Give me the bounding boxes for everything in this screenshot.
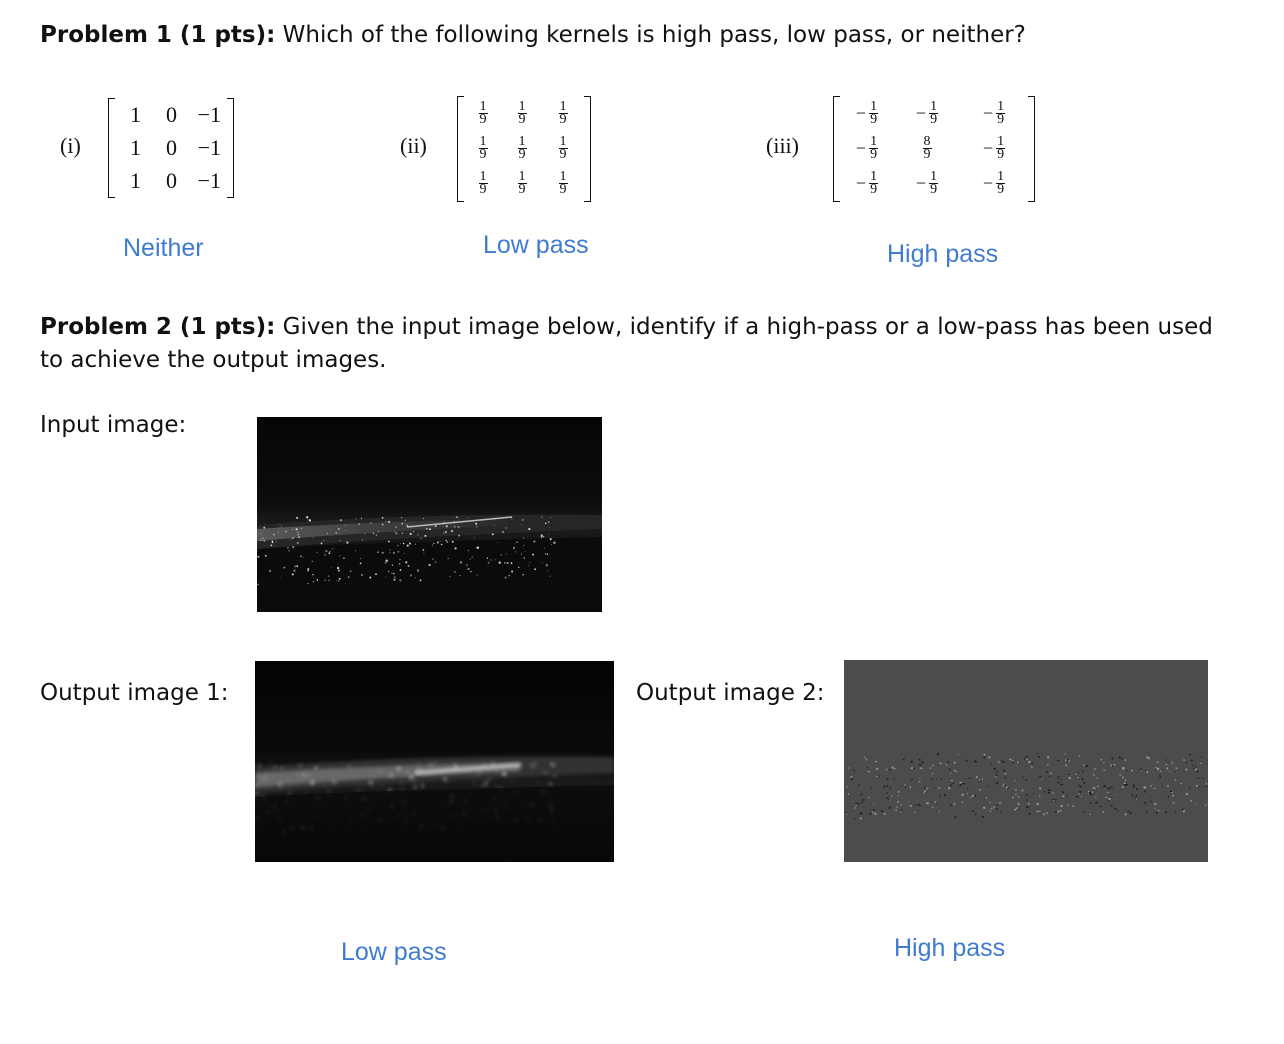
kernel-2-matrix: 19 19 19 19 19 19 19 19 19	[457, 96, 591, 202]
right-bracket	[227, 98, 234, 198]
matrix-cell: 19	[478, 169, 488, 197]
kernel-1-matrix: 1 0 −1 1 0 −1 1 0 −1	[108, 98, 234, 198]
matrix-cell: 89	[922, 134, 932, 162]
matrix-cell: 0	[166, 134, 177, 160]
problem-1-question: Which of the following kernels is high p…	[282, 22, 1026, 48]
problem-2-text: Problem 2 (1 pts): Given the input image…	[40, 311, 1220, 377]
matrix-cell: 19	[558, 169, 568, 197]
matrix-cell: −1 9	[982, 134, 1006, 162]
matrix-cell: 1	[130, 134, 141, 160]
matrix-cell: 19	[517, 134, 527, 162]
answer-kernel-2: Low pass	[483, 231, 589, 259]
matrix-cell: 0	[166, 101, 177, 127]
kernel-3-grid: −1 9 −1 9 −1 9 −1 9 8 9 −1 9 −1 9 −1 9 −1 9	[840, 96, 1028, 202]
left-bracket	[108, 98, 115, 198]
matrix-cell: −1 9	[855, 99, 879, 127]
left-bracket	[833, 96, 840, 202]
answer-output-1: Low pass	[341, 938, 447, 966]
kernel-3-label: (iii)	[766, 133, 799, 158]
matrix-cell: −1	[197, 134, 221, 160]
answer-kernel-1: Neither	[123, 234, 204, 262]
problem-2-heading: Problem 2 (1 pts):	[40, 314, 276, 340]
matrix-cell: 19	[478, 99, 488, 127]
matrix-cell: −1 9	[855, 134, 879, 162]
matrix-cell: −1	[197, 167, 221, 193]
blurred-city-photo	[255, 661, 614, 862]
matrix-cell: −1 9	[982, 169, 1006, 197]
kernel-1-label: (i)	[60, 133, 81, 158]
night-city-photo	[257, 417, 602, 612]
output-image-1-label: Output image 1:	[40, 680, 229, 706]
output-image-2-label: Output image 2:	[636, 680, 825, 706]
input-image-label: Input image:	[40, 412, 187, 438]
matrix-cell: 0	[166, 167, 177, 193]
answer-output-2: High pass	[894, 934, 1006, 962]
output-image-1	[255, 661, 614, 862]
problem-1-text: Problem 1 (1 pts): Which of the followin…	[40, 19, 1260, 52]
problem-1-heading: Problem 1 (1 pts):	[40, 22, 276, 48]
matrix-cell: 19	[478, 134, 488, 162]
right-bracket	[584, 96, 591, 202]
right-bracket	[1028, 96, 1035, 202]
output-image-2	[844, 660, 1208, 862]
kernel-3-matrix: −1 9 −1 9 −1 9 −1 9 8 9 −1 9 −1 9 −1 9 −1 9	[833, 96, 1035, 202]
matrix-cell: −1 9	[855, 169, 879, 197]
matrix-cell: −1 9	[915, 99, 939, 127]
left-bracket	[457, 96, 464, 202]
edge-city-photo	[844, 660, 1208, 862]
input-image	[257, 417, 602, 612]
matrix-cell: −1 9	[982, 99, 1006, 127]
matrix-cell: 1	[130, 167, 141, 193]
kernel-1-grid: 1 0 −1 1 0 −1 1 0 −1	[115, 98, 227, 198]
matrix-cell: 19	[517, 99, 527, 127]
matrix-cell: −1 9	[915, 169, 939, 197]
matrix-cell: 1	[130, 101, 141, 127]
matrix-cell: −1	[197, 101, 221, 127]
matrix-cell: 19	[558, 99, 568, 127]
kernel-2-grid: 19 19 19 19 19 19 19 19 19	[464, 96, 584, 202]
kernel-2-label: (ii)	[400, 133, 427, 158]
answer-kernel-3: High pass	[887, 240, 999, 268]
matrix-cell: 19	[558, 134, 568, 162]
matrix-cell: 19	[517, 169, 527, 197]
